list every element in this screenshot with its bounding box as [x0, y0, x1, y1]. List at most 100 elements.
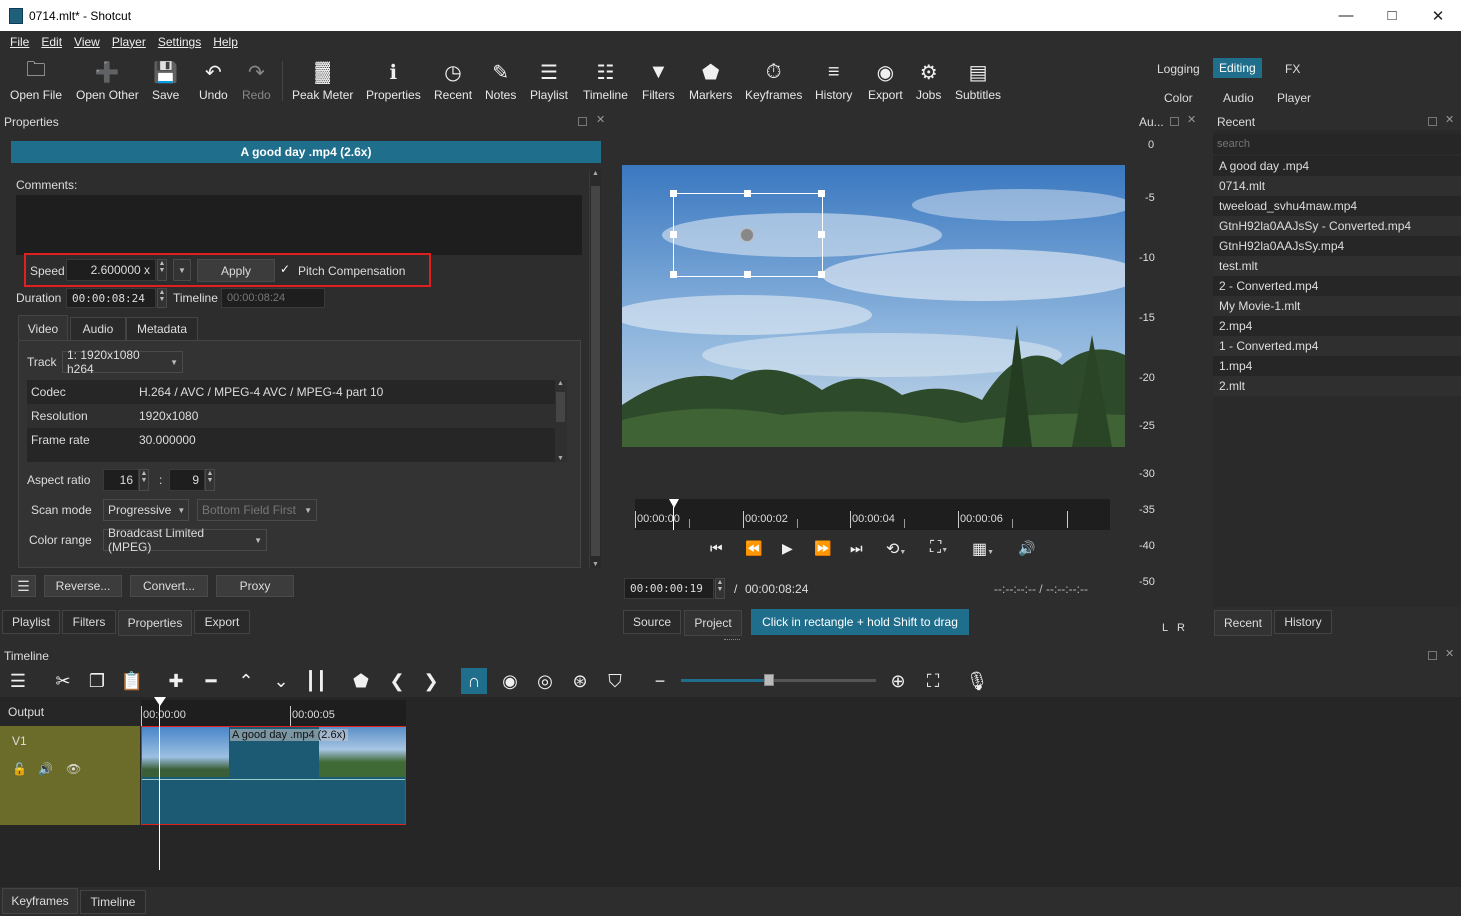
snap-icon[interactable]: ∩ — [461, 668, 487, 694]
skip-next-icon[interactable]: ⏭ — [850, 540, 870, 560]
zoom-fit-timeline-icon[interactable]: ⛶ — [920, 668, 946, 694]
list-item[interactable]: 2.mp4 — [1213, 316, 1461, 336]
resize-handle[interactable] — [818, 231, 825, 238]
aspect-height-stepper[interactable]: ▲ ▼ — [205, 469, 215, 491]
zoom-out-icon[interactable]: − — [647, 668, 673, 694]
timeline-playhead-marker[interactable] — [154, 697, 166, 706]
video-preview[interactable] — [622, 165, 1125, 447]
tab-history[interactable]: History — [1274, 610, 1332, 634]
resize-handle[interactable] — [670, 271, 677, 278]
markers-button[interactable]: ⬟ Markers — [689, 58, 732, 103]
open-other-button[interactable]: ➕ Open Other — [76, 58, 139, 103]
tab-audio[interactable]: Audio — [70, 317, 126, 341]
track-dropdown[interactable]: 1: 1920x1080 h264 ▼ — [62, 348, 183, 376]
layout-fx[interactable]: FX — [1279, 59, 1306, 79]
timeline-playhead[interactable] — [159, 700, 160, 870]
tab-timeline[interactable]: Timeline — [80, 890, 146, 914]
menu-player[interactable]: Player — [106, 35, 152, 49]
paste-icon[interactable]: 📋 — [119, 668, 145, 694]
track-header-v1[interactable]: V1 🔓 🔊 👁 — [0, 726, 140, 825]
float-icon[interactable] — [1428, 651, 1437, 660]
aspect-width-input[interactable]: 16 — [103, 469, 139, 491]
ripple-all-tracks-icon[interactable]: ⊛ — [567, 668, 593, 694]
append-icon[interactable]: ✚ — [163, 668, 189, 694]
layout-editing[interactable]: Editing — [1213, 58, 1262, 78]
pitch-compensation-checkbox[interactable]: ✓ — [280, 263, 293, 276]
proxy-button[interactable]: Proxy — [216, 575, 294, 597]
resize-handle[interactable] — [670, 231, 677, 238]
recent-search-input[interactable] — [1213, 134, 1461, 154]
speed-input[interactable]: 2.600000 x — [66, 259, 156, 281]
split-icon[interactable]: ┃┃ — [303, 668, 329, 694]
properties-button[interactable]: ℹ Properties — [366, 58, 421, 103]
keyframes-button[interactable]: ⏱ Keyframes — [745, 58, 802, 103]
close-panel-icon[interactable]: ✕ — [1445, 647, 1454, 660]
close-button[interactable]: ✕ — [1415, 0, 1461, 31]
speed-preset-dropdown[interactable]: ▼ — [173, 259, 191, 281]
list-item[interactable]: GtnH92la0AAJsSy.mp4 — [1213, 236, 1461, 256]
resize-handle[interactable] — [818, 190, 825, 197]
cut-icon[interactable]: ✂ — [50, 668, 76, 694]
play-icon[interactable]: ▶ — [782, 540, 800, 560]
lock-icon[interactable]: 🔓 — [12, 762, 27, 776]
record-audio-icon[interactable]: 🎙 — [964, 668, 990, 694]
menu-view[interactable]: View — [68, 35, 106, 49]
playhead-marker[interactable] — [669, 499, 679, 508]
layout-player[interactable]: Player — [1271, 88, 1317, 108]
duration-stepper[interactable]: ▲ ▼ — [157, 288, 167, 308]
close-panel-icon[interactable]: ✕ — [1445, 113, 1454, 126]
tab-export[interactable]: Export — [194, 610, 250, 634]
save-button[interactable]: 💾 Save — [152, 58, 179, 103]
notes-button[interactable]: ✎ Notes — [485, 58, 516, 103]
tab-filters[interactable]: Filters — [62, 610, 116, 634]
position-stepper[interactable]: ▲ ▼ — [715, 578, 725, 599]
list-item[interactable]: 2.mlt — [1213, 376, 1461, 396]
minimize-button[interactable]: — — [1323, 0, 1369, 31]
skip-previous-icon[interactable]: ⏮ — [710, 540, 730, 560]
volume-icon[interactable]: 🔊 — [1018, 540, 1042, 560]
comments-field[interactable] — [16, 195, 582, 255]
tab-metadata[interactable]: Metadata — [126, 317, 198, 341]
grid-icon[interactable]: ▦▼ — [972, 539, 1008, 561]
eye-icon[interactable]: 👁 — [66, 762, 81, 776]
properties-menu-button[interactable]: ☰ — [11, 575, 36, 597]
tab-properties[interactable]: Properties — [118, 610, 192, 636]
overwrite-icon[interactable]: ⌄ — [268, 668, 294, 694]
zoom-fit-icon[interactable]: ⛶▼ — [930, 539, 966, 561]
zoom-in-icon[interactable]: ⊕ — [885, 668, 911, 694]
list-item[interactable]: My Movie-1.mlt — [1213, 296, 1461, 316]
lift-icon[interactable]: ⌃ — [233, 668, 259, 694]
list-item[interactable]: test.mlt — [1213, 256, 1461, 276]
resize-handle[interactable] — [670, 190, 677, 197]
menu-edit[interactable]: Edit — [35, 35, 68, 49]
properties-scrollbar[interactable]: ▲ ▼ — [589, 170, 601, 568]
info-scrollbar[interactable]: ▲ ▼ — [555, 380, 567, 462]
apply-button[interactable]: Apply — [197, 259, 275, 282]
ripple-icon[interactable]: ◎ — [532, 668, 558, 694]
zoom-slider-thumb[interactable] — [763, 674, 774, 686]
tab-keyframes[interactable]: Keyframes — [2, 888, 78, 914]
scrub-icon[interactable]: ◉ — [497, 668, 523, 694]
layout-audio[interactable]: Audio — [1217, 88, 1260, 108]
list-item[interactable]: 0714.mlt — [1213, 176, 1461, 196]
maximize-button[interactable]: □ — [1369, 0, 1415, 31]
tab-playlist[interactable]: Playlist — [2, 610, 60, 634]
previous-marker-icon[interactable]: ❮ — [384, 668, 410, 694]
float-icon[interactable] — [1170, 117, 1179, 126]
resize-handle[interactable] — [744, 271, 751, 278]
aspect-width-stepper[interactable]: ▲ ▼ — [139, 469, 149, 491]
ripple-delete-icon[interactable]: ━ — [198, 668, 224, 694]
tab-source[interactable]: Source — [623, 610, 681, 634]
mute-icon[interactable]: 🔊 — [38, 762, 53, 776]
position-timecode-input[interactable]: 00:00:00:19 — [624, 578, 714, 599]
list-item[interactable]: GtnH92la0AAJsSy - Converted.mp4 — [1213, 216, 1461, 236]
peak-meter-button[interactable]: ▓ Peak Meter — [292, 58, 353, 103]
list-item[interactable]: tweeload_svhu4maw.mp4 — [1213, 196, 1461, 216]
tab-video[interactable]: Video — [18, 315, 68, 341]
splitter-handle[interactable] — [724, 639, 740, 642]
rewind-icon[interactable]: ⏪ — [745, 540, 767, 560]
float-icon[interactable] — [1428, 117, 1437, 126]
duration-input[interactable]: 00:00:08:24 — [66, 288, 156, 308]
jobs-button[interactable]: ⚙ Jobs — [916, 58, 941, 103]
speed-stepper[interactable]: ▲ ▼ — [157, 259, 167, 281]
